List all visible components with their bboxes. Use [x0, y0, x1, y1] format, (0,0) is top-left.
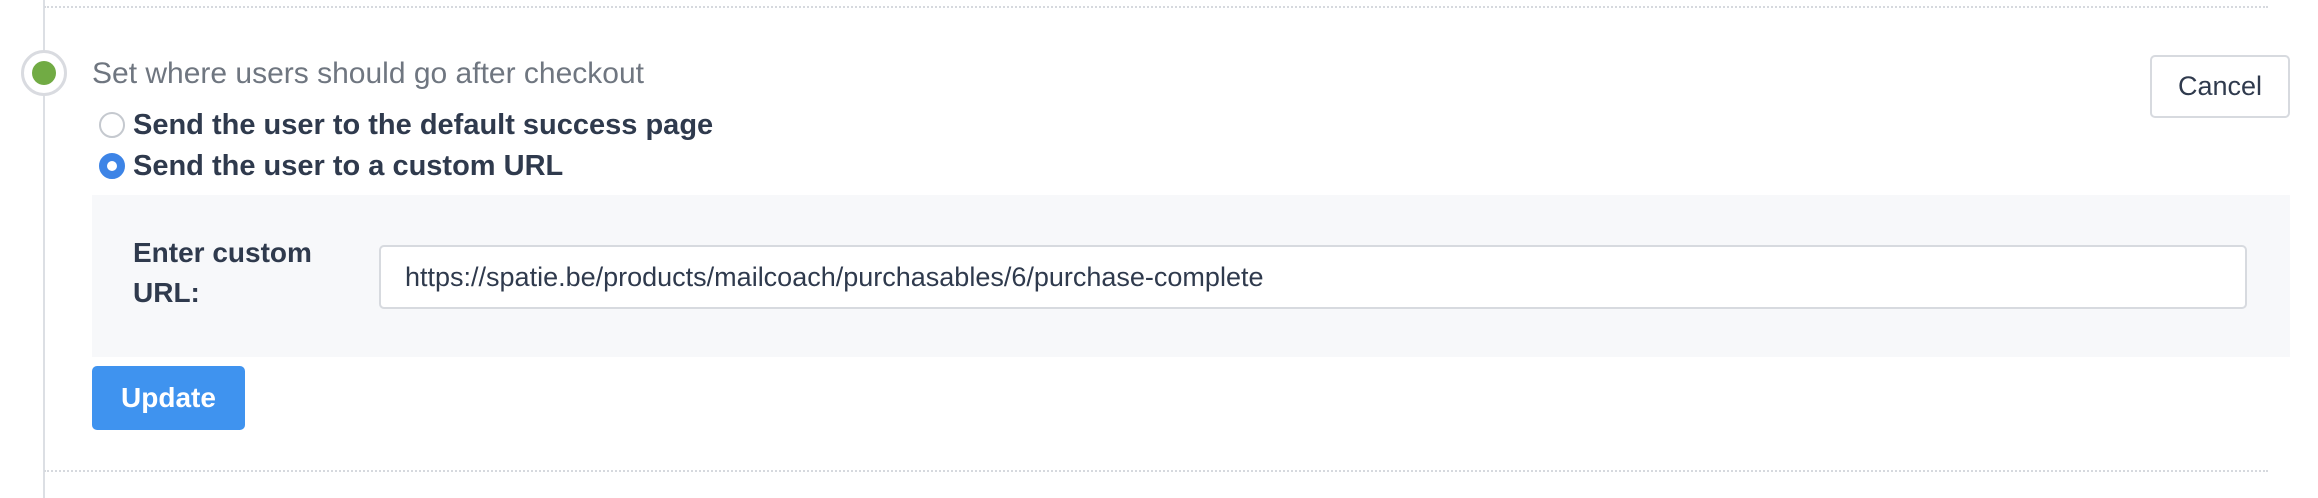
cancel-button[interactable]: Cancel: [2150, 55, 2290, 118]
radio-option-custom-url[interactable]: Send the user to a custom URL: [99, 149, 563, 183]
section-divider-bottom: [44, 470, 2268, 472]
checkout-redirect-step: Set where users should go after checkout…: [0, 0, 2318, 498]
custom-url-label: Enter custom URL:: [133, 237, 312, 308]
custom-url-input[interactable]: [379, 245, 2247, 309]
status-complete-dot: [32, 61, 56, 85]
step-title: Set where users should go after checkout: [92, 57, 644, 90]
radio-selected-indicator: [107, 161, 117, 171]
radio-option-label: Send the user to a custom URL: [133, 150, 564, 182]
step-status-icon: [21, 50, 67, 96]
radio-button[interactable]: [99, 112, 125, 138]
radio-option-default-success-page[interactable]: Send the user to the default success pag…: [99, 108, 713, 142]
radio-option-label: Send the user to the default success pag…: [133, 109, 714, 141]
custom-url-panel: Enter custom URL:: [92, 195, 2290, 357]
update-button[interactable]: Update: [92, 366, 245, 430]
radio-button-selected[interactable]: [99, 153, 125, 179]
section-divider-top: [44, 6, 2268, 8]
